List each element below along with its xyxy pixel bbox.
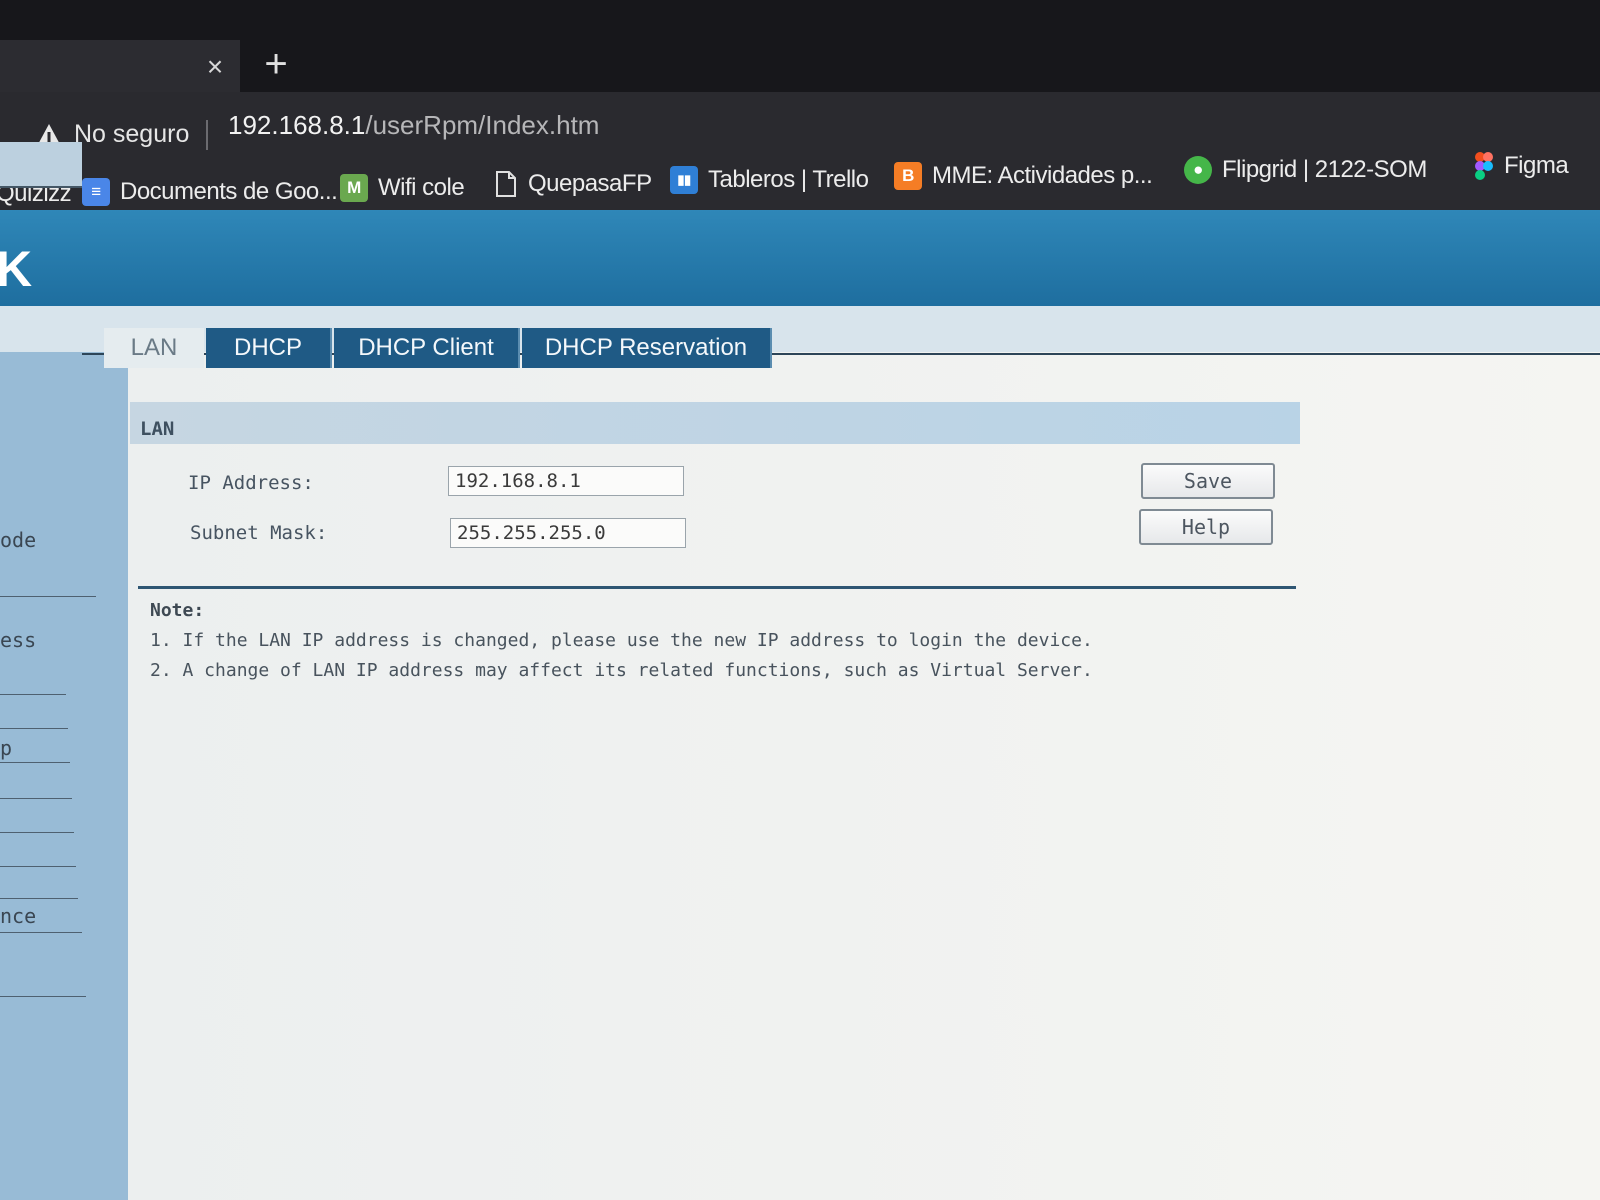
- note-title: Note:: [150, 600, 205, 621]
- bookmark-label: QuepasaFP: [528, 170, 652, 197]
- bookmark-label: Figma: [1504, 152, 1569, 179]
- ip-address-label: IP Address:: [188, 472, 314, 494]
- bookmark-label: Flipgrid | 2122-SOM: [1222, 156, 1427, 183]
- bookmark-label: Tableros | Trello: [708, 166, 869, 193]
- sidebar-divider: [0, 596, 96, 597]
- sidebar-divider: [0, 898, 78, 899]
- blogger-icon: B: [894, 162, 922, 190]
- tab-dhcp-client[interactable]: DHCP Client: [334, 328, 520, 368]
- sidebar-divider: [0, 694, 66, 695]
- security-status-label[interactable]: No seguro: [74, 120, 189, 149]
- browser-tab-strip: [0, 0, 1600, 92]
- sidebar: [0, 352, 128, 1200]
- bookmark-label: Documents de Goo...: [120, 178, 338, 205]
- sidebar-divider: [0, 798, 72, 799]
- page-icon: [496, 171, 516, 197]
- sidebar-divider: [0, 762, 70, 763]
- bookmark-flipgrid[interactable]: ● Flipgrid | 2122-SOM: [1184, 156, 1427, 184]
- url-host: 192.168.8.1: [228, 110, 366, 140]
- sidebar-item-maintenance[interactable]: nce: [0, 904, 36, 928]
- bookmark-figma[interactable]: Figma: [1474, 152, 1569, 180]
- note-line: 1. If the LAN IP address is changed, ple…: [150, 630, 1093, 651]
- trello-icon: ▮▮: [670, 166, 698, 194]
- section-title: LAN: [140, 418, 175, 440]
- new-tab-icon[interactable]: +: [256, 44, 296, 84]
- router-header: [0, 210, 1600, 306]
- bookmark-label: MME: Actividades p...: [932, 162, 1153, 189]
- bookmark-mme[interactable]: B MME: Actividades p...: [894, 162, 1153, 190]
- bookmark-label: Wifi cole: [378, 174, 465, 201]
- sidebar-item-mode[interactable]: ode: [0, 528, 36, 552]
- tab-dhcp-reservation[interactable]: DHCP Reservation: [522, 328, 772, 368]
- figma-icon: [1475, 152, 1493, 180]
- content-area: [128, 352, 1600, 1200]
- bookmark-wifi-cole[interactable]: M Wifi cole: [340, 174, 465, 202]
- url-text[interactable]: 192.168.8.1/userRpm/Index.htm: [228, 110, 599, 141]
- sidebar-divider: [0, 932, 82, 933]
- sidebar-divider: [0, 996, 86, 997]
- sidebar-item-p[interactable]: p: [0, 736, 12, 760]
- bookmark-quepasafp[interactable]: QuepasaFP: [494, 170, 652, 198]
- google-docs-icon: ≡: [82, 178, 110, 206]
- sidebar-active-item[interactable]: [0, 142, 82, 188]
- ip-address-input[interactable]: 192.168.8.1: [448, 466, 684, 496]
- tab-dhcp[interactable]: DHCP: [206, 328, 332, 368]
- sidebar-divider: [0, 866, 76, 867]
- tab-lan[interactable]: LAN: [104, 328, 204, 368]
- save-button[interactable]: Save: [1141, 463, 1275, 499]
- m-badge-icon: M: [340, 174, 368, 202]
- sidebar-item-address[interactable]: ess: [0, 628, 36, 652]
- close-tab-icon[interactable]: ×: [200, 52, 230, 82]
- help-button[interactable]: Help: [1139, 509, 1273, 545]
- section-divider: [138, 586, 1296, 589]
- address-separator: [206, 120, 208, 150]
- note-line: 2. A change of LAN IP address may affect…: [150, 660, 1093, 681]
- flipgrid-icon: ●: [1184, 156, 1212, 184]
- bookmark-google-docs[interactable]: ≡ Documents de Goo...: [82, 178, 338, 206]
- sidebar-divider: [0, 832, 74, 833]
- router-logo: K: [0, 241, 33, 297]
- subnet-mask-label: Subnet Mask:: [190, 522, 328, 544]
- bookmark-trello[interactable]: ▮▮ Tableros | Trello: [670, 166, 869, 194]
- url-path: /userRpm/Index.htm: [365, 110, 600, 140]
- sidebar-divider: [0, 728, 68, 729]
- section-header: [130, 402, 1300, 444]
- subnet-mask-input[interactable]: 255.255.255.0: [450, 518, 686, 548]
